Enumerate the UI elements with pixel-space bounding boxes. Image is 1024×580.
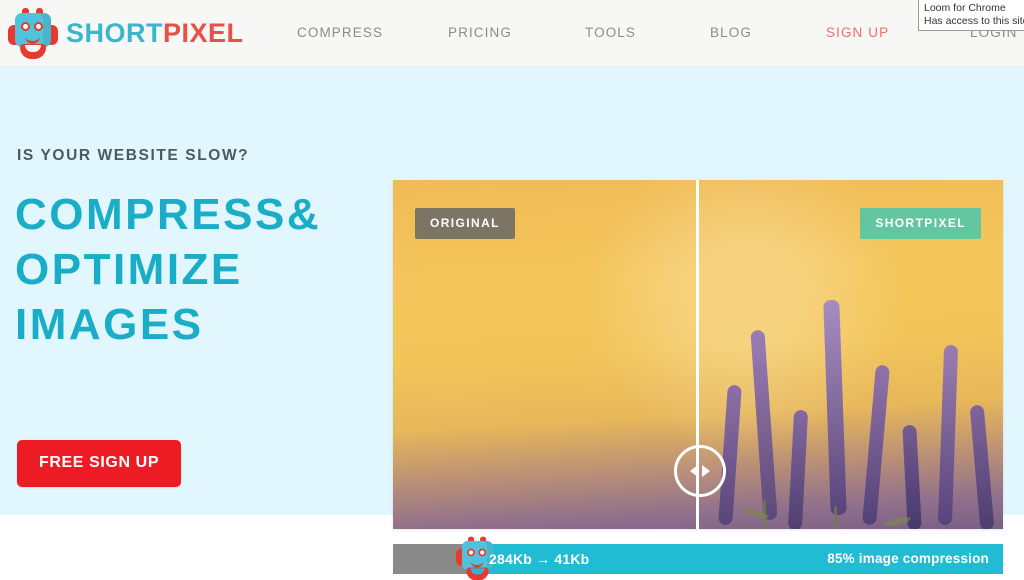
logo-word-short: SHORT [66, 17, 163, 48]
headline-line-1: COMPRESS& [15, 190, 322, 239]
logo-wordmark: SHORTPIXEL [66, 17, 244, 48]
label-original: ORIGINAL [415, 208, 515, 239]
headline-line-2: OPTIMIZE [15, 245, 243, 294]
hero-tagline: IS YOUR WEBSITE SLOW? [17, 147, 250, 164]
compression-stats-bar: 284Kb → 41Kb 85% image compression [393, 536, 1003, 580]
arrow-right-icon [702, 465, 710, 477]
nav-item-compress[interactable]: COMPRESS [297, 25, 383, 40]
file-size-comparison: 284Kb → 41Kb [489, 551, 590, 567]
arrow-left-icon [690, 465, 698, 477]
shortpixel-robot-icon [8, 5, 58, 61]
logo-word-pixel: PIXEL [163, 17, 244, 48]
main-navigation: COMPRESS PRICING TOOLS BLOG SIGN UP LOGI… [280, 0, 1024, 67]
site-header: SHORTPIXEL COMPRESS PRICING TOOLS BLOG S… [0, 0, 1024, 67]
shortpixel-robot-icon [456, 534, 493, 580]
site-logo[interactable]: SHORTPIXEL [8, 4, 244, 62]
extension-tooltip-title: Loom for Chrome [924, 2, 1006, 14]
free-sign-up-button[interactable]: FREE SIGN UP [17, 440, 182, 487]
nav-item-pricing[interactable]: PRICING [448, 25, 512, 40]
headline-line-3: IMAGES [15, 300, 204, 349]
hero-section: IS YOUR WEBSITE SLOW? COMPRESS& OPTIMIZE… [0, 67, 1024, 580]
nav-item-sign-up[interactable]: SIGN UP [826, 25, 889, 40]
image-comparison-widget[interactable]: ORIGINAL SHORTPIXEL [393, 180, 1003, 529]
compression-percentage: 85% image compression [827, 551, 989, 566]
label-shortpixel: SHORTPIXEL [860, 208, 981, 239]
hero-headline: COMPRESS& OPTIMIZE IMAGES [15, 187, 395, 352]
extension-tooltip-subtitle: Has access to this site [924, 15, 1024, 27]
nav-item-blog[interactable]: BLOG [710, 25, 752, 40]
comparison-slider-handle[interactable] [674, 445, 726, 497]
nav-item-tools[interactable]: TOOLS [585, 25, 636, 40]
browser-extension-tooltip: Loom for Chrome Has access to this site [918, 0, 1024, 31]
